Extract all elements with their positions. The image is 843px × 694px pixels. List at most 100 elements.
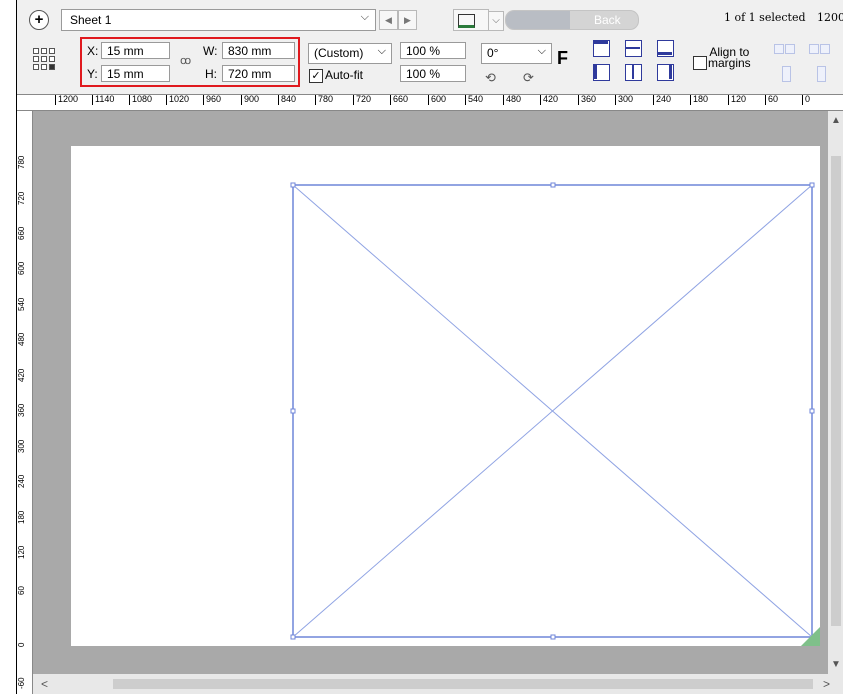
align-bottom-icon[interactable]: [657, 40, 674, 57]
scale-mode-value: (Custom): [314, 46, 364, 60]
rotate-left-icon[interactable]: ⟲: [485, 70, 496, 86]
ruler-tick: 420: [17, 368, 26, 382]
vertical-ruler: 780 720 660 600 540 480 420 360 300 240 …: [17, 111, 33, 694]
ruler-tick: 0: [17, 642, 26, 647]
scroll-up-icon[interactable]: ▲: [831, 115, 841, 126]
scale-mode-dropdown[interactable]: (Custom) ⌵: [308, 43, 392, 64]
horizontal-scrollbar[interactable]: < >: [33, 674, 843, 694]
align-middle-icon[interactable]: [625, 40, 642, 57]
ruler-tick: 780: [315, 95, 333, 105]
ruler-tick: -60: [17, 677, 26, 689]
ruler-tick: 480: [503, 95, 521, 105]
distribute-vertical-spacing-icon[interactable]: [817, 66, 826, 82]
ruler-tick: 0: [802, 95, 810, 105]
ruler-tick: 540: [17, 297, 26, 311]
chevron-down-icon: ⌵: [377, 45, 386, 57]
ruler-tick: 840: [278, 95, 296, 105]
flip-indicator: F: [557, 48, 568, 68]
align-to-margins-label: Align to margins: [708, 46, 751, 70]
resize-handle[interactable]: [550, 182, 556, 188]
distribute-spacing-icon-b: [820, 44, 830, 54]
align-left-icon[interactable]: [593, 64, 610, 81]
rotation-value: 0°: [487, 46, 499, 60]
selection-count: 1 of 1 selected: [724, 11, 806, 24]
scale-x-field[interactable]: 100 %: [400, 42, 466, 59]
ruler-tick: 240: [653, 95, 671, 105]
sheet-page[interactable]: [71, 146, 820, 646]
back-button-label: Back: [594, 13, 621, 27]
resize-handle[interactable]: [550, 634, 556, 640]
position-size-highlight: [80, 37, 300, 87]
ruler-tick: 60: [17, 586, 26, 595]
scroll-right-icon[interactable]: >: [823, 677, 830, 691]
scale-y-field[interactable]: 100 %: [400, 65, 466, 82]
reference-point-icon[interactable]: [33, 48, 59, 74]
view-mode-button[interactable]: ⌵: [453, 9, 504, 31]
ruler-tick: 480: [17, 332, 26, 346]
vertical-scroll-thumb[interactable]: [831, 156, 841, 626]
ruler-tick: 300: [17, 439, 26, 453]
application-window: + Sheet 1 ⌵ ◀ ▶ ⌵ Back 1 of 1 selected 1…: [16, 0, 843, 694]
ruler-tick: 660: [17, 226, 26, 240]
ruler-tick: 180: [690, 95, 708, 105]
rotate-right-icon[interactable]: ⟳: [523, 70, 534, 86]
ruler-tick: 540: [465, 95, 483, 105]
ruler-tick: 660: [390, 95, 408, 105]
ruler-tick: 720: [17, 191, 26, 205]
ruler-tick: 360: [578, 95, 596, 105]
ruler-tick: 420: [540, 95, 558, 105]
chevron-down-icon: ⌵: [360, 11, 369, 23]
ruler-tick: 1200: [55, 95, 78, 105]
resize-handle[interactable]: [290, 634, 296, 640]
ruler-tick: 300: [615, 95, 633, 105]
ruler-tick: 60: [765, 95, 778, 105]
back-button[interactable]: Back: [505, 10, 639, 30]
align-center-icon[interactable]: [625, 64, 642, 81]
horizontal-ruler: 1200 1140 1080 1020 960 900 840 780 720 …: [17, 94, 843, 111]
scroll-down-icon[interactable]: ▼: [831, 659, 841, 670]
sheet-dropdown-value: Sheet 1: [70, 13, 112, 27]
view-mode-chevron-button[interactable]: ⌵: [488, 11, 504, 31]
ruler-tick: 960: [203, 95, 221, 105]
resize-handle[interactable]: [290, 408, 296, 414]
monitor-icon: [458, 14, 475, 28]
canvas-area[interactable]: [33, 111, 828, 674]
horizontal-scroll-thumb[interactable]: [113, 679, 813, 689]
next-sheet-button[interactable]: ▶: [398, 10, 417, 30]
ruler-tick: 240: [17, 474, 26, 488]
align-to-margins-line2: margins: [708, 56, 751, 70]
resize-handle[interactable]: [290, 182, 296, 188]
ruler-tick: 780: [17, 155, 26, 169]
image-placeholder-frame[interactable]: [71, 146, 820, 646]
ruler-tick: 1140: [92, 95, 114, 105]
resize-handle[interactable]: [809, 408, 815, 414]
distribute-vertical-icon[interactable]: [782, 66, 791, 82]
properties-toolbar: X: 15 mm Y: 15 mm ꝏ W: 830 mm H: 720 mm …: [17, 34, 843, 94]
resize-handle[interactable]: [809, 182, 815, 188]
ruler-tick: 1020: [166, 95, 189, 105]
distribute-horizontal-icon-b: [785, 44, 795, 54]
align-right-icon[interactable]: [657, 64, 674, 81]
distribute-spacing-icon[interactable]: [809, 44, 819, 54]
ruler-tick: 900: [241, 95, 259, 105]
ruler-tick: 180: [17, 510, 26, 524]
document-size: 1200 x: [817, 11, 843, 24]
rotation-dropdown[interactable]: 0° ⌵: [481, 43, 552, 64]
ruler-tick: 1080: [129, 95, 152, 105]
distribute-horizontal-icon[interactable]: [774, 44, 784, 54]
scroll-left-icon[interactable]: <: [41, 677, 48, 691]
ruler-tick: 600: [17, 261, 26, 275]
sheet-dropdown[interactable]: Sheet 1 ⌵: [61, 9, 376, 31]
ruler-tick: 600: [428, 95, 446, 105]
add-sheet-button[interactable]: +: [29, 10, 49, 30]
chevron-down-icon: ⌵: [537, 45, 546, 57]
top-toolbar: + Sheet 1 ⌵ ◀ ▶ ⌵ Back 1 of 1 selected 1…: [17, 0, 843, 34]
autofit-label: Auto-fit: [325, 68, 364, 82]
vertical-scrollbar[interactable]: ▲ ▼: [828, 111, 843, 674]
align-top-icon[interactable]: [593, 40, 610, 57]
autofit-checkbox[interactable]: ✓: [309, 69, 323, 83]
align-to-margins-checkbox[interactable]: [693, 56, 707, 70]
back-progress-fill: [506, 11, 570, 29]
ruler-tick: 720: [353, 95, 371, 105]
previous-sheet-button[interactable]: ◀: [379, 10, 398, 30]
